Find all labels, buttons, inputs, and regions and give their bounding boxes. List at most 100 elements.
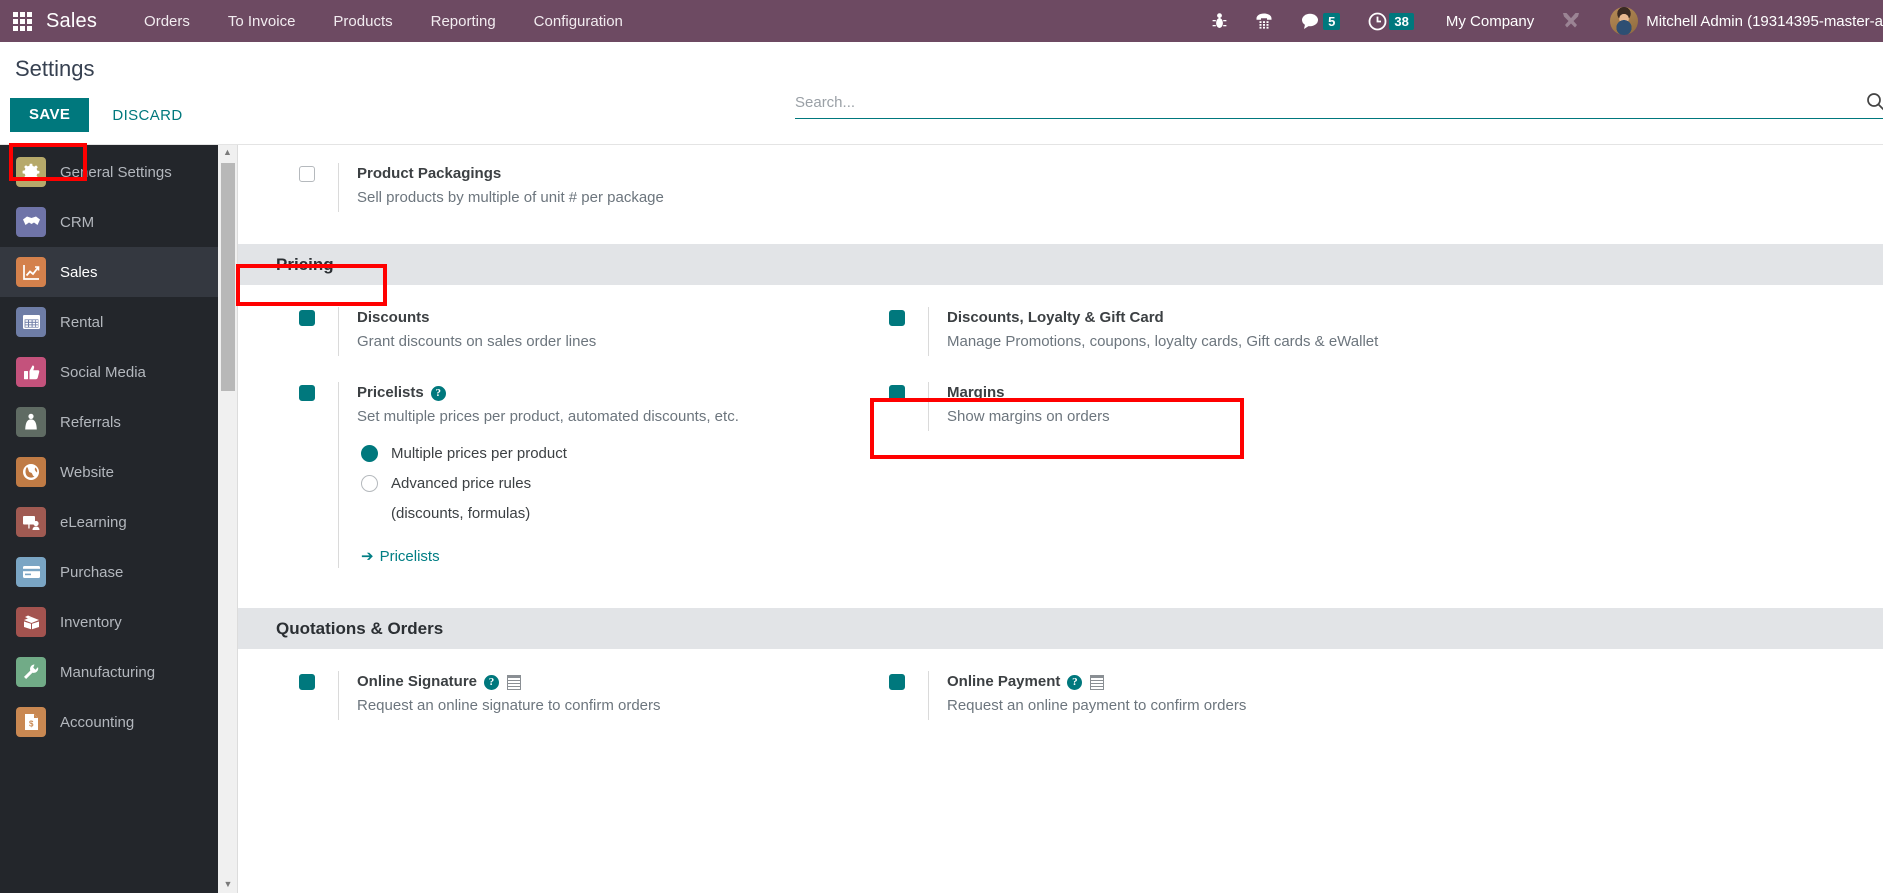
scroll-up-arrow[interactable]: ▲ [218, 145, 237, 159]
margins-checkbox[interactable] [889, 385, 905, 401]
option-body: Discounts Grant discounts on sales order… [338, 307, 596, 356]
help-icon[interactable]: ? [484, 674, 500, 690]
help-icon[interactable]: ? [1067, 674, 1083, 690]
option-desc: Sell products by multiple of unit # per … [357, 189, 664, 206]
nav-item-configuration[interactable]: Configuration [515, 13, 642, 30]
sidebar-item-manufacturing[interactable]: Manufacturing [0, 647, 218, 697]
control-panel: Settings SAVE DISCARD [0, 42, 1883, 181]
sidebar-item-label: CRM [60, 213, 95, 231]
box-icon [16, 607, 46, 637]
nav-item-to-invoice[interactable]: To Invoice [209, 13, 315, 30]
option-desc: Manage Promotions, coupons, loyalty card… [947, 333, 1379, 350]
pricelists-link-row: ➔ Pricelists [361, 547, 739, 566]
nav-item-orders[interactable]: Orders [125, 13, 209, 30]
save-button[interactable]: SAVE [10, 98, 90, 132]
option-title: Pricelists ? [357, 382, 739, 404]
option-body: Margins Show margins on orders [928, 382, 1110, 431]
quotations-right-column: Online Payment ? Request an online payme… [866, 665, 1456, 730]
app-brand-sales[interactable]: Sales [46, 10, 97, 33]
radio-multiple-prices[interactable]: Multiple prices per product [361, 443, 739, 464]
navbar-right: 5 38 My Company Mitchell Admin (19314395… [1198, 0, 1883, 42]
pricing-left-column: Discounts Grant discounts on sales order… [276, 301, 866, 578]
setting-pricelists[interactable]: Pricelists ? Set multiple prices per pro… [276, 366, 866, 578]
credit-card-icon [16, 557, 46, 587]
radio-button[interactable] [361, 475, 378, 492]
pricing-columns: Discounts Grant discounts on sales order… [276, 301, 1863, 578]
option-desc: Request an online signature to confirm o… [357, 697, 661, 714]
sidebar-item-rental[interactable]: Rental [0, 297, 218, 347]
radio-advanced-price-rules[interactable]: Advanced price rules [361, 473, 739, 494]
online-signature-checkbox[interactable] [299, 674, 315, 690]
sidebar-item-elearning[interactable]: eLearning [0, 497, 218, 547]
sidebar-item-crm[interactable]: CRM [0, 197, 218, 247]
option-body: Discounts, Loyalty & Gift Card Manage Pr… [928, 307, 1378, 356]
control-panel-buttons: SAVE DISCARD [10, 98, 197, 132]
checkbox-wrap [866, 382, 928, 431]
option-body: Online Payment ? Request an online payme… [928, 671, 1246, 720]
nav-item-reporting[interactable]: Reporting [412, 13, 515, 30]
sidebar-item-accounting[interactable]: $ Accounting [0, 697, 218, 747]
setting-online-signature[interactable]: Online Signature ? Request an online sig… [276, 665, 866, 730]
tools-icon[interactable] [1560, 11, 1582, 31]
sidebar-item-general-settings[interactable]: General Settings [0, 147, 218, 197]
section-title: Quotations & Orders [276, 618, 444, 638]
option-title-text: Online Signature [357, 673, 478, 690]
section-header-pricing: Pricing [238, 244, 1883, 285]
scroll-down-arrow[interactable]: ▼ [218, 877, 238, 891]
checkbox-wrap [866, 307, 928, 356]
scrollbar-thumb[interactable] [221, 163, 235, 391]
sidebar-item-purchase[interactable]: Purchase [0, 547, 218, 597]
messages-icon[interactable]: 5 [1301, 12, 1341, 30]
product-packagings-checkbox[interactable] [299, 166, 315, 182]
sidebar-item-referrals[interactable]: Referrals [0, 397, 218, 447]
setting-discounts-loyalty-gift-card[interactable]: Discounts, Loyalty & Gift Card Manage Pr… [866, 301, 1456, 366]
search-input[interactable] [795, 94, 1883, 111]
option-body: Pricelists ? Set multiple prices per pro… [338, 382, 739, 568]
sidebar-item-inventory[interactable]: Inventory [0, 597, 218, 647]
nav-item-products[interactable]: Products [314, 13, 411, 30]
sidebar-item-sales[interactable]: Sales [0, 247, 218, 297]
discard-button[interactable]: DISCARD [98, 99, 196, 132]
checkbox-wrap [276, 382, 338, 568]
pricing-options-block: Discounts Grant discounts on sales order… [238, 285, 1883, 578]
discounts-checkbox[interactable] [299, 310, 315, 326]
sidebar-item-website[interactable]: Website [0, 447, 218, 497]
user-menu[interactable]: Mitchell Admin (19314395-master-a [1646, 13, 1883, 30]
setting-discounts[interactable]: Discounts Grant discounts on sales order… [276, 301, 866, 366]
calendar-icon [16, 307, 46, 337]
pricelists-link[interactable]: ➔ Pricelists [361, 547, 440, 566]
setting-product-packagings[interactable]: Product Packagings Sell products by mult… [276, 157, 1863, 222]
document-lines-icon[interactable] [1090, 674, 1105, 690]
activities-clock-icon[interactable]: 38 [1368, 12, 1414, 31]
navbar-menu: Orders To Invoice Products Reporting Con… [125, 13, 642, 30]
quotations-columns: Online Signature ? Request an online sig… [276, 665, 1863, 730]
setting-margins[interactable]: Margins Show margins on orders [866, 366, 1456, 441]
apps-grid-icon[interactable] [13, 11, 32, 31]
bug-icon[interactable] [1212, 12, 1227, 30]
search-bar[interactable] [795, 92, 1883, 119]
help-icon[interactable]: ? [430, 385, 446, 401]
settings-scrollbar[interactable]: ▲ ▼ [218, 145, 238, 893]
sidebar-item-label: Website [60, 463, 114, 481]
loyalty-checkbox[interactable] [889, 310, 905, 326]
option-title: Margins [947, 384, 1005, 401]
globe-icon [16, 457, 46, 487]
radio-button[interactable] [361, 445, 378, 462]
company-switcher[interactable]: My Company [1446, 13, 1534, 30]
option-desc: Grant discounts on sales order lines [357, 333, 597, 350]
invoice-icon: $ [16, 707, 46, 737]
option-title: Online Signature ? [357, 671, 661, 693]
sidebar-item-label: Inventory [60, 613, 122, 631]
checkbox-wrap [276, 307, 338, 356]
top-navbar: Sales Orders To Invoice Products Reporti… [0, 0, 1883, 42]
sidebar-item-social-media[interactable]: Social Media [0, 347, 218, 397]
online-payment-checkbox[interactable] [889, 674, 905, 690]
avatar[interactable] [1610, 7, 1639, 35]
sidebar-item-label: Rental [60, 313, 104, 331]
search-icon[interactable] [1866, 92, 1883, 116]
document-lines-icon[interactable] [507, 674, 522, 690]
setting-online-payment[interactable]: Online Payment ? Request an online payme… [866, 665, 1456, 730]
voip-phone-icon[interactable] [1255, 12, 1273, 30]
pricelists-checkbox[interactable] [299, 385, 315, 401]
quotations-options-block: Online Signature ? Request an online sig… [238, 649, 1883, 730]
